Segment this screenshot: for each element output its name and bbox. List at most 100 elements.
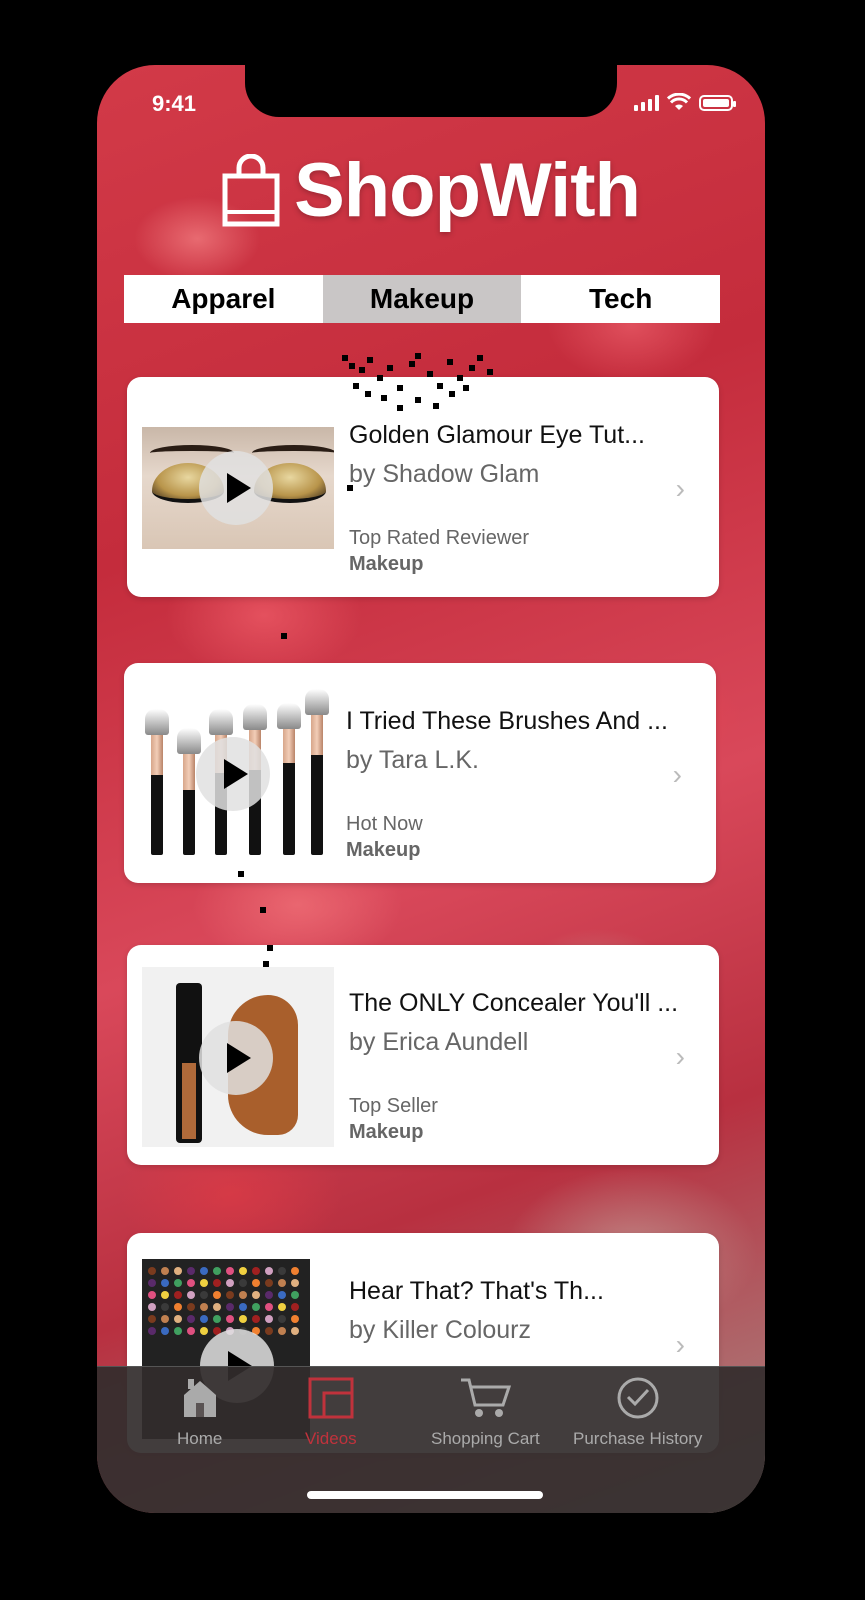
shopping-bag-icon bbox=[222, 153, 280, 226]
nav-videos[interactable]: Videos bbox=[305, 1377, 357, 1449]
palette-swatch bbox=[161, 1291, 169, 1299]
wifi-icon bbox=[667, 93, 691, 110]
palette-swatch bbox=[239, 1315, 247, 1323]
video-tag: Top Rated Reviewer bbox=[349, 527, 530, 549]
nav-label: Home bbox=[177, 1429, 223, 1448]
nav-label: Shopping Cart bbox=[431, 1429, 540, 1448]
palette-swatch bbox=[265, 1303, 273, 1311]
tab-makeup[interactable]: Makeup bbox=[322, 275, 522, 323]
video-author: by Shadow Glam bbox=[349, 460, 540, 488]
video-author: by Erica Aundell bbox=[349, 1028, 529, 1056]
nav-shopping-cart[interactable]: Shopping Cart bbox=[431, 1377, 540, 1449]
glitch-pixel bbox=[377, 375, 383, 381]
video-title: I Tried These Brushes And ... bbox=[346, 707, 668, 735]
video-author: by Killer Colourz bbox=[349, 1316, 532, 1344]
nav-label: Purchase History bbox=[573, 1429, 703, 1448]
videos-icon bbox=[308, 1377, 354, 1419]
signal-icon bbox=[634, 95, 659, 111]
palette-swatch bbox=[213, 1303, 221, 1311]
palette-swatch bbox=[174, 1267, 182, 1275]
glitch-pixel bbox=[457, 375, 463, 381]
palette-swatch bbox=[252, 1279, 260, 1287]
tab-tech[interactable]: Tech bbox=[521, 275, 720, 323]
palette-swatch bbox=[174, 1303, 182, 1311]
palette-swatch bbox=[226, 1279, 234, 1287]
palette-swatch bbox=[291, 1279, 299, 1287]
eyebrow bbox=[252, 445, 334, 461]
concealer-tube bbox=[176, 983, 202, 1143]
palette-swatch bbox=[252, 1315, 260, 1323]
home-indicator bbox=[307, 1491, 543, 1499]
palette-swatch bbox=[278, 1303, 286, 1311]
palette-swatch bbox=[174, 1279, 182, 1287]
palette-swatch bbox=[174, 1327, 182, 1335]
video-category: Makeup bbox=[346, 839, 421, 861]
glitch-pixel bbox=[365, 391, 371, 397]
palette-swatch bbox=[148, 1291, 156, 1299]
nav-purchase-history[interactable]: Purchase History bbox=[573, 1377, 702, 1449]
video-title: Golden Glamour Eye Tut... bbox=[349, 421, 645, 449]
video-card[interactable]: Golden Glamour Eye Tut... by Shadow Glam… bbox=[127, 377, 719, 597]
palette-swatch bbox=[278, 1315, 286, 1323]
palette-swatch bbox=[291, 1303, 299, 1311]
palette-swatch bbox=[213, 1279, 221, 1287]
palette-swatch bbox=[148, 1303, 156, 1311]
video-card[interactable]: The ONLY Concealer You'll ... by Erica A… bbox=[127, 945, 719, 1165]
palette-swatch bbox=[148, 1279, 156, 1287]
palette-swatch bbox=[187, 1315, 195, 1323]
phone-screen: 9:41 ShopWith Apparel Makeup Tech Golden… bbox=[97, 65, 765, 1513]
palette-swatch bbox=[187, 1279, 195, 1287]
glitch-pixel bbox=[409, 361, 415, 367]
glitch-pixel bbox=[342, 355, 348, 361]
glitch-pixel bbox=[359, 367, 365, 373]
play-icon[interactable] bbox=[199, 451, 273, 525]
glitch-pixel bbox=[415, 353, 421, 359]
palette-swatch bbox=[213, 1267, 221, 1275]
palette-swatch bbox=[239, 1303, 247, 1311]
nav-home[interactable]: Home bbox=[177, 1377, 222, 1449]
battery-icon bbox=[699, 95, 736, 111]
video-tag: Hot Now bbox=[346, 813, 423, 835]
glitch-pixel bbox=[349, 363, 355, 369]
glitch-pixel bbox=[447, 359, 453, 365]
palette-swatch bbox=[226, 1315, 234, 1323]
video-title: The ONLY Concealer You'll ... bbox=[349, 989, 679, 1017]
category-tabs: Apparel Makeup Tech bbox=[124, 275, 720, 323]
palette-swatch bbox=[174, 1315, 182, 1323]
palette-swatch bbox=[239, 1267, 247, 1275]
palette-swatch bbox=[226, 1267, 234, 1275]
chevron-right-icon: › bbox=[675, 1329, 685, 1360]
palette-swatch bbox=[200, 1327, 208, 1335]
palette-swatch bbox=[161, 1315, 169, 1323]
play-icon[interactable] bbox=[199, 1021, 273, 1095]
brush-image bbox=[305, 689, 329, 855]
palette-swatch bbox=[265, 1327, 273, 1335]
tab-apparel[interactable]: Apparel bbox=[124, 275, 323, 323]
glitch-pixel bbox=[469, 365, 475, 371]
glitch-pixel bbox=[449, 391, 455, 397]
palette-swatch bbox=[265, 1291, 273, 1299]
palette-swatch bbox=[226, 1303, 234, 1311]
video-category: Makeup bbox=[349, 553, 424, 575]
palette-swatch bbox=[213, 1315, 221, 1323]
glitch-pixel bbox=[415, 397, 421, 403]
video-card[interactable]: I Tried These Brushes And ... by Tara L.… bbox=[124, 663, 716, 883]
palette-swatch bbox=[252, 1291, 260, 1299]
bottom-nav: Home Videos Shopping Cart Purchase Histo… bbox=[97, 1366, 765, 1513]
palette-swatch bbox=[161, 1327, 169, 1335]
palette-swatch bbox=[213, 1291, 221, 1299]
palette-swatch bbox=[161, 1303, 169, 1311]
play-icon[interactable] bbox=[196, 737, 270, 811]
glitch-pixel bbox=[347, 485, 353, 491]
glitch-pixel bbox=[260, 907, 266, 913]
palette-swatch bbox=[226, 1291, 234, 1299]
palette-swatch bbox=[291, 1327, 299, 1335]
palette-swatch bbox=[187, 1303, 195, 1311]
glitch-pixel bbox=[367, 357, 373, 363]
glitch-pixel bbox=[397, 385, 403, 391]
palette-swatch bbox=[252, 1267, 260, 1275]
palette-swatch bbox=[239, 1279, 247, 1287]
palette-swatch bbox=[161, 1279, 169, 1287]
glitch-pixel bbox=[433, 403, 439, 409]
glitch-pixel bbox=[381, 395, 387, 401]
